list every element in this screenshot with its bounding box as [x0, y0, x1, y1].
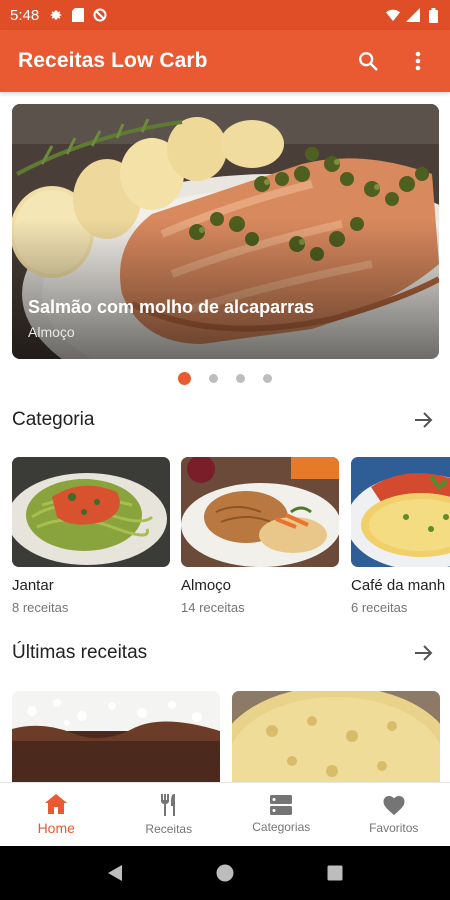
nav-label: Receitas [145, 822, 193, 836]
status-bar: 5:48 [0, 0, 450, 30]
carousel-dot-3[interactable] [236, 374, 245, 383]
category-count: 8 receitas [12, 600, 69, 615]
category-image [351, 457, 450, 567]
carousel-dot-2[interactable] [209, 374, 218, 383]
recent-recipes-header: Últimas receitas [12, 638, 438, 668]
carousel-dot-4[interactable] [263, 374, 272, 383]
featured-recipe-title: Salmão com molho de alcaparras [28, 297, 315, 317]
signal-icon [406, 8, 420, 22]
home-icon [45, 794, 68, 814]
category-name: Café da manh [351, 577, 446, 594]
recent-recipe-image [12, 691, 220, 782]
status-time: 5:48 [10, 6, 40, 24]
categories-header: Categoria [12, 405, 438, 435]
carousel-indicator [0, 372, 450, 385]
category-count: 6 receitas [351, 600, 408, 615]
home-circle-icon [216, 864, 234, 882]
recent-recipes-title: Últimas receitas [12, 642, 148, 663]
recent-recipe-card-1[interactable] [12, 691, 220, 782]
featured-recipe-card[interactable]: Salmão com molho de alcaparras Almoço [12, 104, 439, 359]
gear-icon [49, 8, 63, 22]
nav-label: Home [37, 820, 75, 836]
app-title: Receitas Low Carb [18, 49, 208, 72]
app-bar: Receitas Low Carb [0, 30, 450, 92]
category-image [181, 457, 339, 567]
category-name: Almoço [181, 577, 232, 594]
categories-title: Categoria [12, 409, 95, 430]
recent-recipe-image [232, 691, 440, 782]
category-card-almoco[interactable]: Almoço 14 receitas [181, 457, 339, 615]
category-count: 14 receitas [181, 600, 245, 615]
sd-card-icon [71, 8, 85, 22]
nav-home[interactable]: Home [0, 783, 113, 846]
nav-label: Favoritos [369, 821, 419, 835]
wifi-icon [386, 8, 400, 22]
categories-icon [270, 795, 293, 815]
system-home-button[interactable] [205, 853, 245, 893]
system-recents-button[interactable] [315, 853, 355, 893]
home-content[interactable]: Salmão com molho de alcaparras Almoço Ca… [0, 92, 450, 782]
carousel-dot-1[interactable] [178, 372, 191, 385]
recent-recipes-see-all-button[interactable] [410, 639, 438, 667]
category-card-jantar[interactable]: Jantar 8 receitas [12, 457, 170, 615]
fork-knife-icon [160, 794, 175, 816]
categories-see-all-button[interactable] [410, 406, 438, 434]
no-sync-icon [93, 8, 107, 22]
recent-recipe-card-2[interactable] [232, 691, 440, 782]
category-image [12, 457, 170, 567]
heart-icon [383, 796, 405, 815]
back-triangle-icon [108, 865, 122, 881]
arrow-right-icon [415, 645, 433, 661]
nav-categorias[interactable]: Categorias [225, 783, 338, 846]
system-back-button[interactable] [95, 853, 135, 893]
search-icon [359, 52, 378, 71]
arrow-right-icon [415, 412, 433, 428]
featured-recipe-category: Almoço [28, 324, 75, 340]
battery-icon [426, 7, 440, 23]
category-name: Jantar [12, 577, 54, 594]
system-navigation-bar [0, 846, 450, 900]
category-card-cafe-da-manha[interactable]: Café da manh 6 receitas [351, 457, 450, 615]
more-options-button[interactable] [404, 47, 432, 75]
recents-square-icon [327, 865, 343, 881]
bottom-navigation: Home Receitas Categorias Favoritos [0, 782, 450, 846]
nav-favoritos[interactable]: Favoritos [338, 783, 450, 846]
nav-receitas[interactable]: Receitas [113, 783, 226, 846]
nav-label: Categorias [252, 820, 311, 834]
search-button[interactable] [354, 47, 382, 75]
more-vert-icon [415, 51, 421, 71]
